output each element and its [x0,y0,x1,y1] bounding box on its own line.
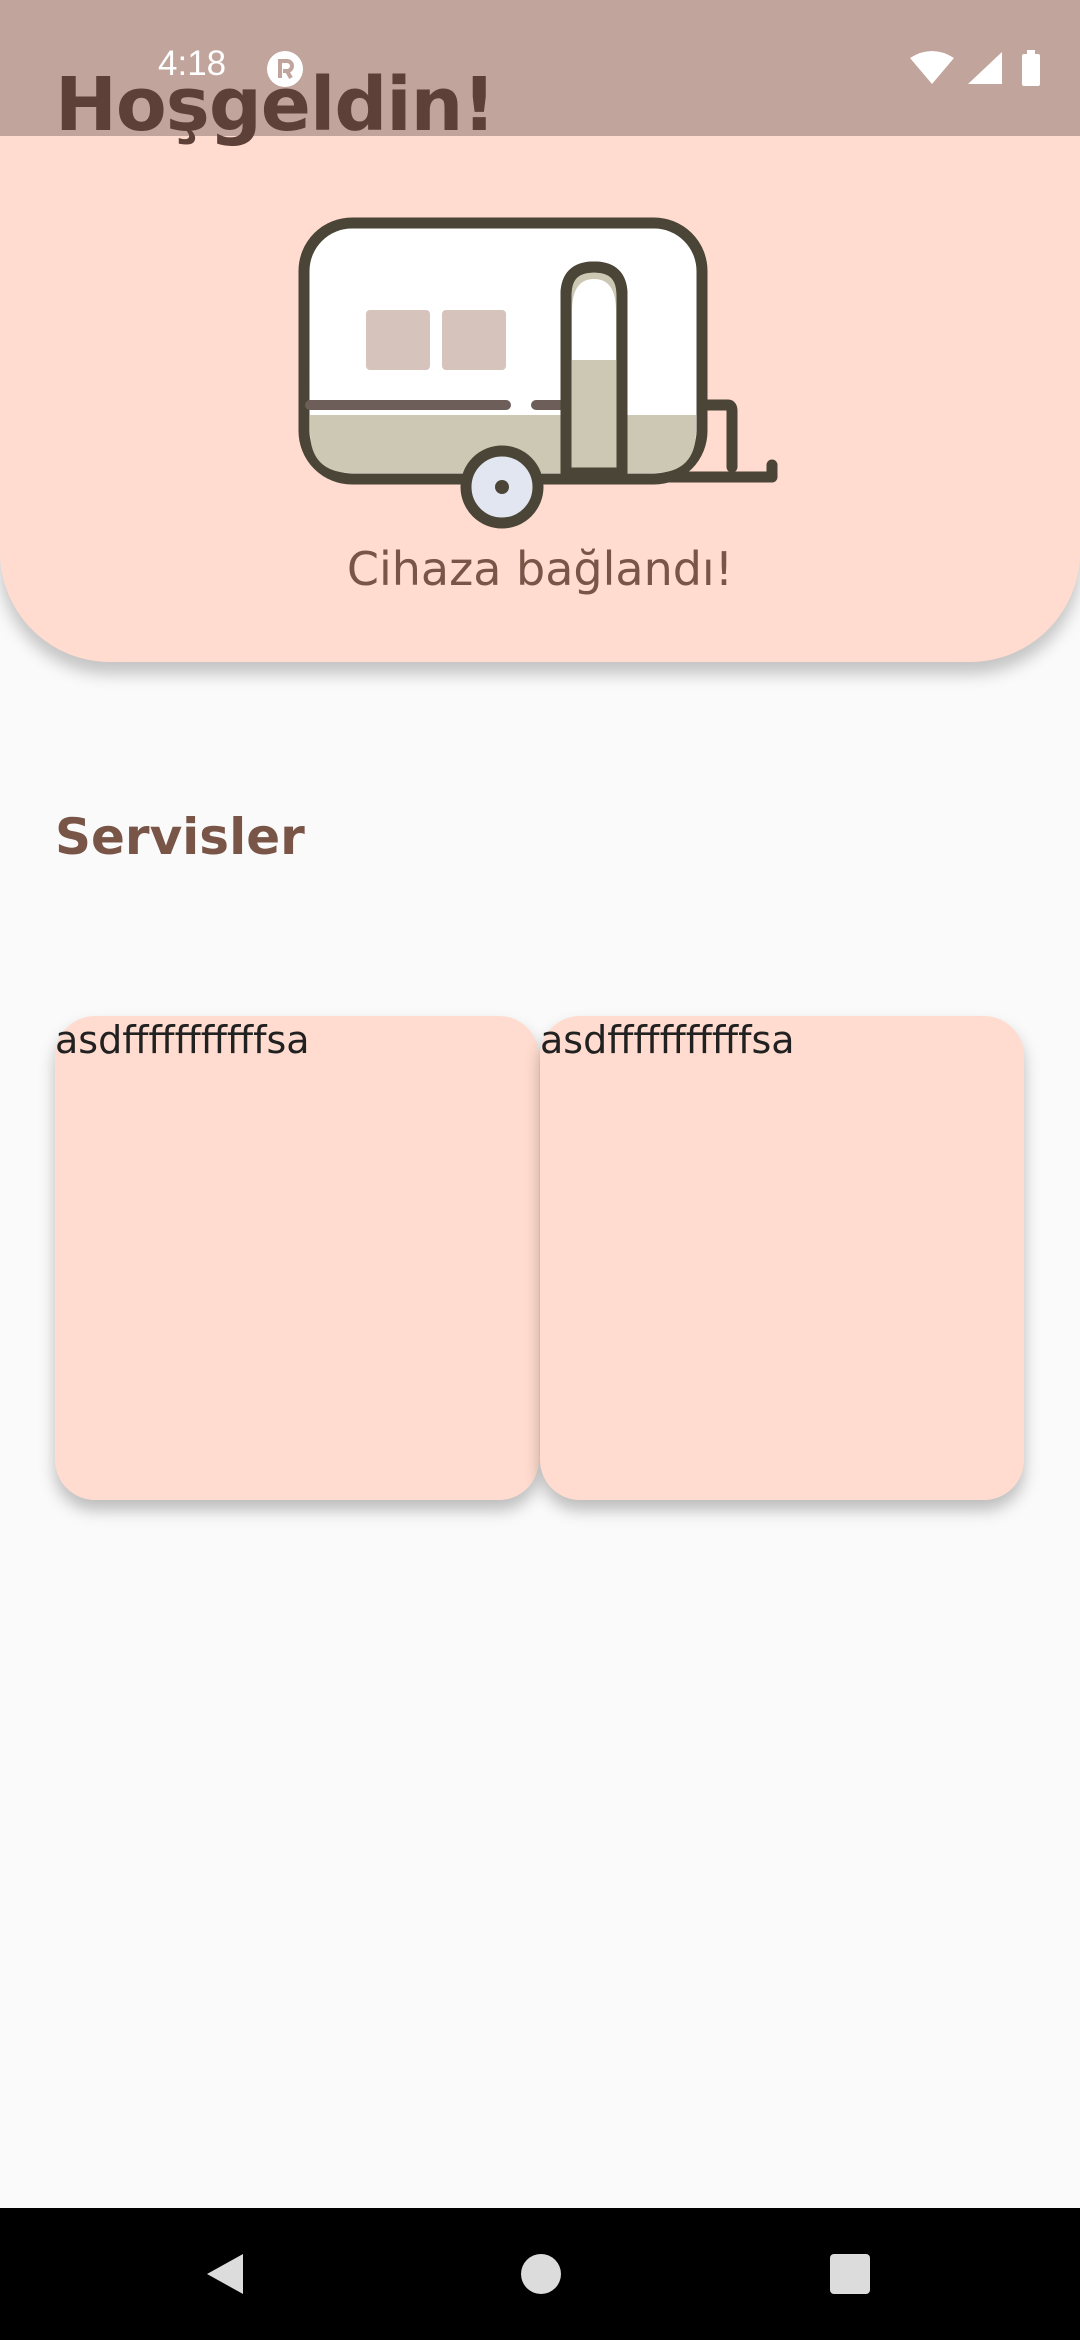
back-icon[interactable] [203,2250,249,2298]
wifi-icon [910,51,954,84]
service-card[interactable]: asdfffffffffffsa [55,1016,539,1500]
battery-icon [1022,54,1040,86]
welcome-title: Hoşgeldin! [55,62,496,148]
home-icon[interactable] [520,2253,562,2295]
status-icons [910,50,1040,86]
connection-status: Cihaza bağlandı! [346,542,734,596]
service-card-label: asdfffffffffffsa [540,1018,795,1062]
navigation-bar [0,2208,1080,2340]
caravan-icon [298,217,778,529]
services-title: Servisler [55,808,305,866]
recents-icon[interactable] [830,2254,870,2294]
signal-icon [968,52,1002,84]
service-card-label: asdfffffffffffsa [55,1018,310,1062]
service-card[interactable]: asdfffffffffffsa [540,1016,1024,1500]
